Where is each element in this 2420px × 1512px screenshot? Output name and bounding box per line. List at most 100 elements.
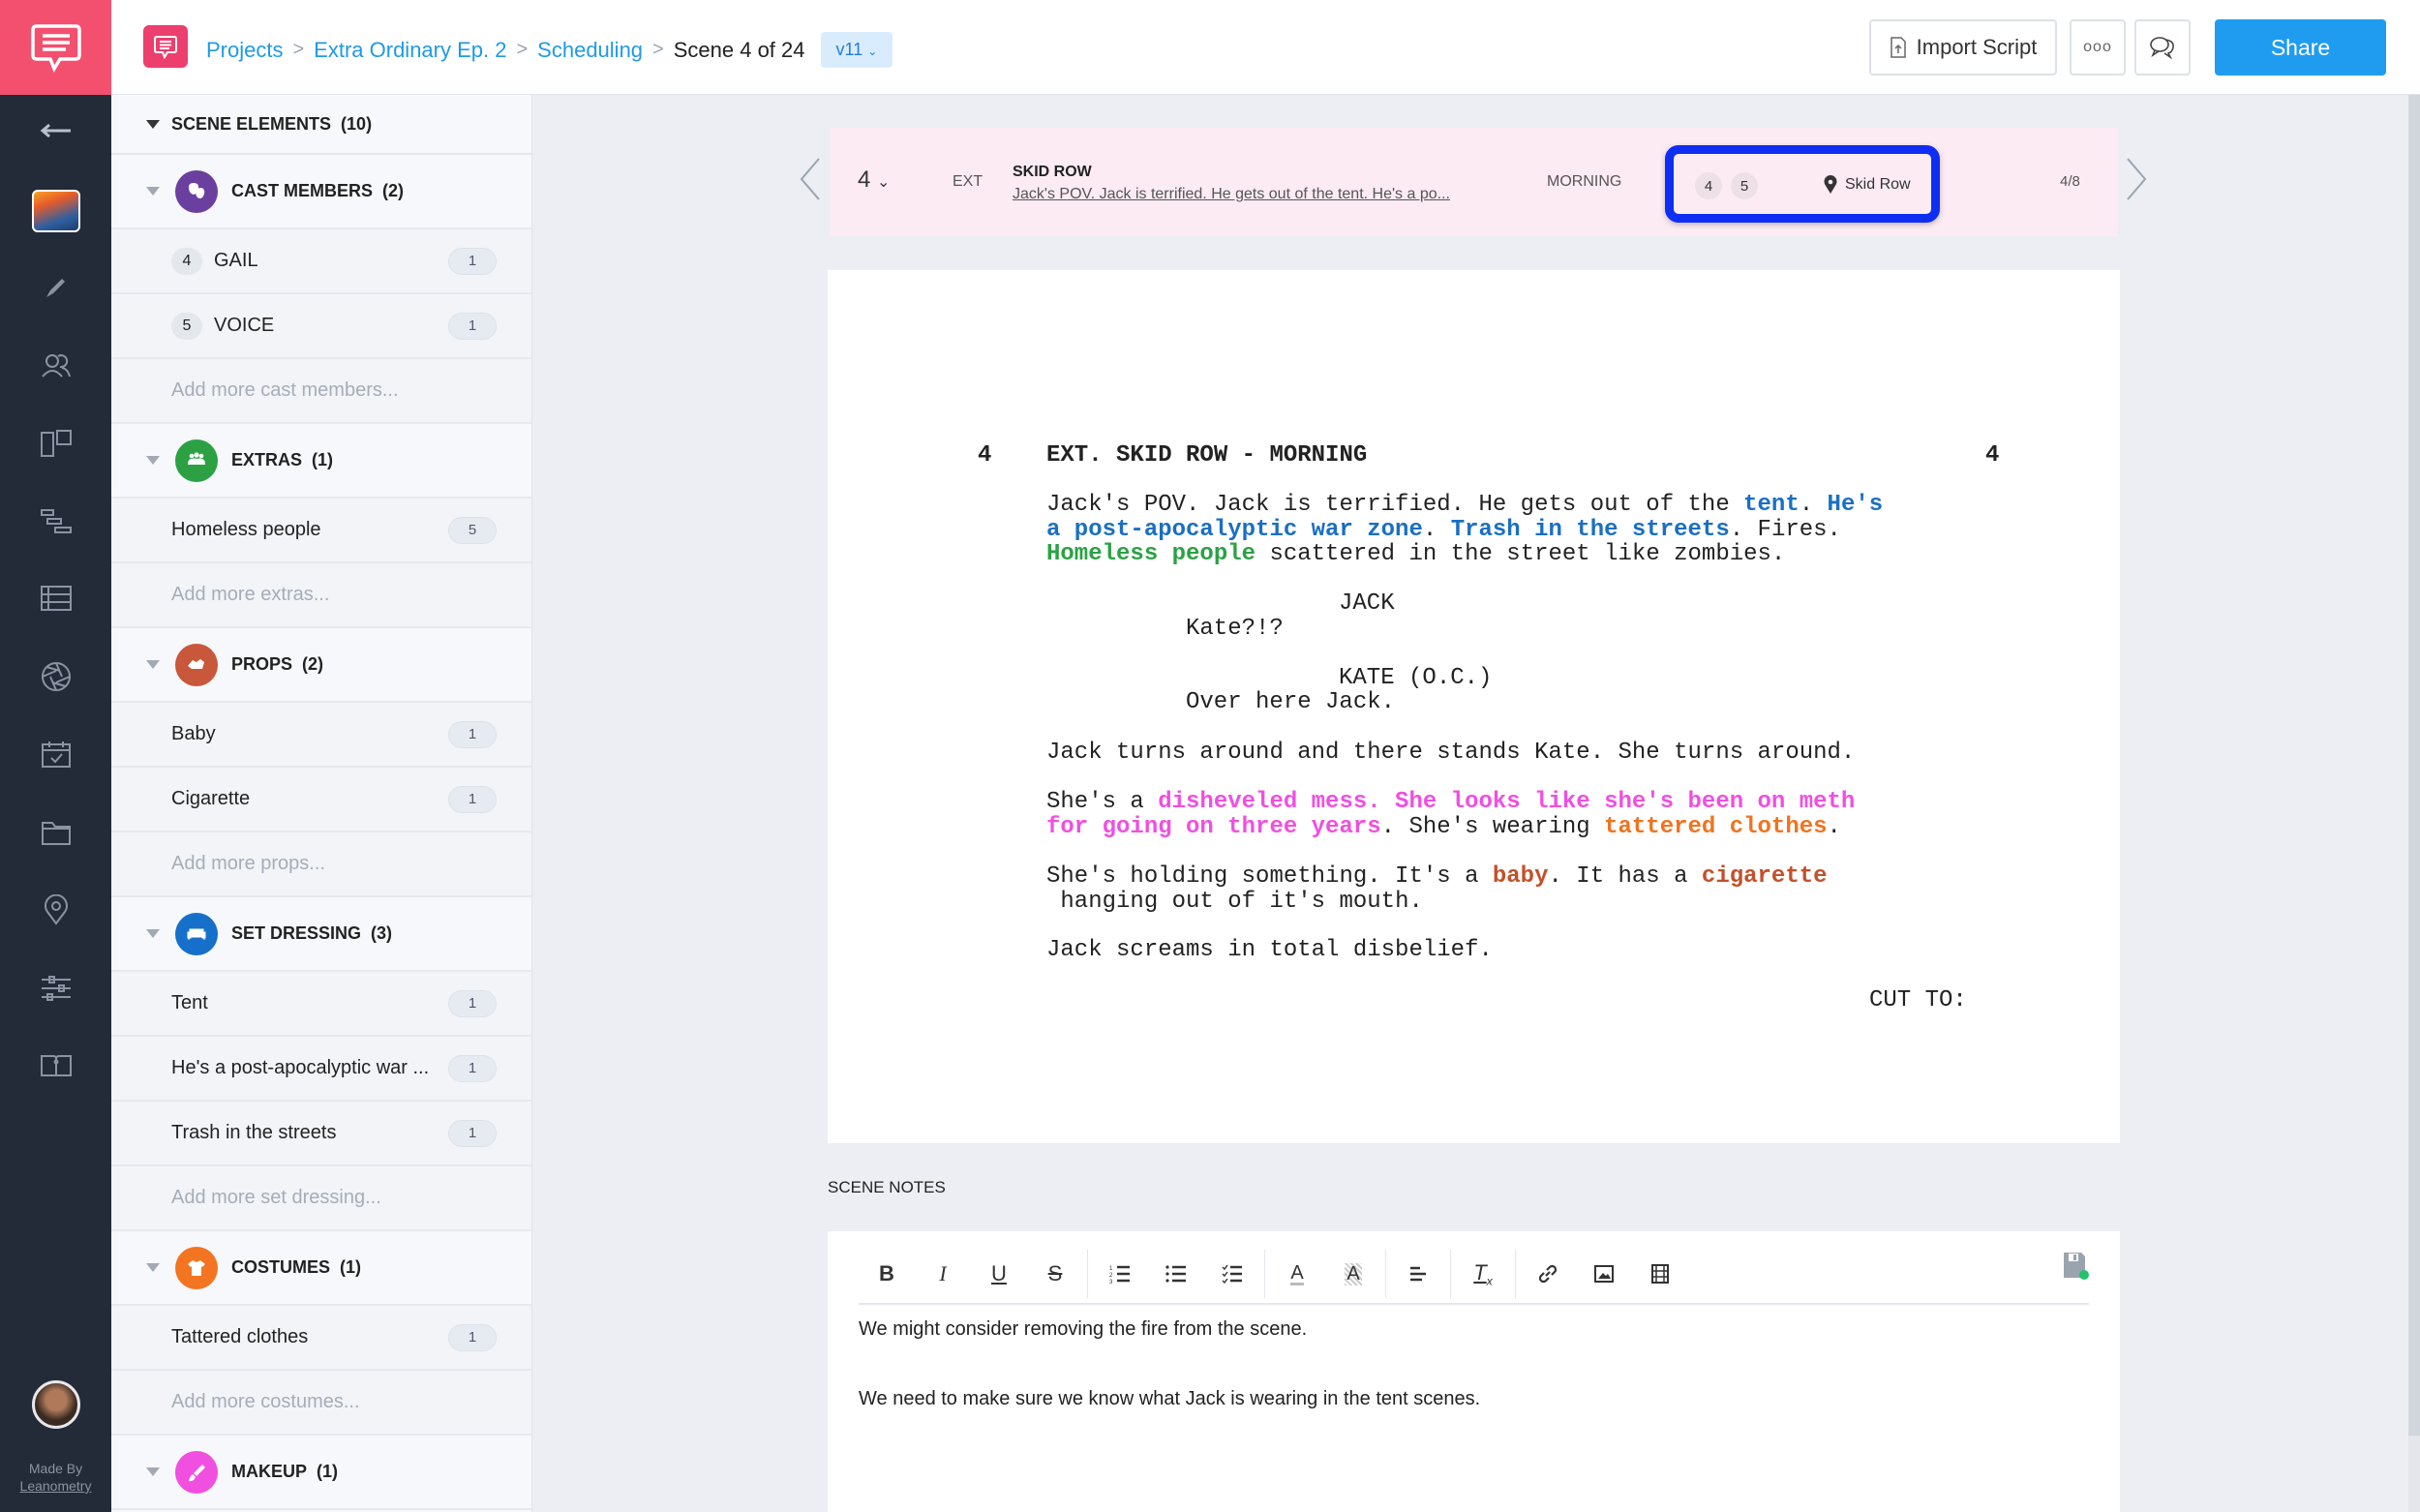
italic-button[interactable]: I	[915, 1255, 971, 1293]
rail-edit[interactable]	[0, 263, 111, 312]
caret-down-icon	[146, 456, 160, 465]
transition: CUT TO:	[1869, 987, 1967, 1013]
element-item[interactable]: Tattered clothes 1	[111, 1306, 531, 1371]
previous-scene-button[interactable]	[796, 155, 825, 203]
element-item[interactable]: 5 VOICE 1	[111, 294, 531, 359]
scene-notes-editor[interactable]: B I U S 123 A A Tx We might consider rem…	[828, 1231, 2120, 1512]
caret-down-icon	[146, 1467, 160, 1476]
video-button[interactable]	[1632, 1255, 1688, 1293]
strikethrough-button[interactable]: S	[1027, 1255, 1083, 1293]
category-costumes[interactable]: COSTUMES (1)	[111, 1231, 531, 1306]
page-scrollbar-thumb[interactable]	[2408, 95, 2420, 1436]
category-props[interactable]: PROPS (2)	[111, 628, 531, 703]
project-thumbnail[interactable]	[0, 187, 111, 235]
save-status-button[interactable]	[2062, 1251, 2089, 1286]
rail-schedule[interactable]	[0, 497, 111, 545]
brush-icon	[175, 1450, 218, 1494]
tagged-element-text[interactable]: Homeless people	[1046, 541, 1255, 567]
bullet-list-button[interactable]	[1148, 1255, 1204, 1293]
add-element-input[interactable]: Add more set dressing...	[111, 1166, 531, 1231]
more-options-button[interactable]: ooo	[2070, 19, 2126, 76]
rail-cast[interactable]	[0, 341, 111, 389]
project-icon[interactable]	[143, 25, 188, 68]
rail-help[interactable]	[0, 1042, 111, 1090]
version-label: v11	[835, 40, 863, 59]
rail-calendar[interactable]	[0, 730, 111, 778]
rail-stripboard[interactable]	[0, 574, 111, 622]
rail-shotlist[interactable]	[0, 652, 111, 701]
element-label: He's a post-apocalyptic war ...	[171, 1057, 430, 1078]
category-cast-members[interactable]: CAST MEMBERS (2)	[111, 155, 531, 229]
image-button[interactable]	[1576, 1255, 1632, 1293]
clear-format-button[interactable]: Tx	[1455, 1255, 1511, 1293]
tagged-element-text[interactable]: tattered clothes	[1604, 814, 1827, 840]
next-scene-button[interactable]	[2122, 155, 2151, 203]
category-count: (2)	[382, 181, 405, 200]
category-set-dressing[interactable]: SET DRESSING (3)	[111, 897, 531, 972]
link-button[interactable]	[1520, 1255, 1576, 1293]
folder-icon	[41, 822, 71, 845]
category-title: PROPS	[231, 654, 293, 674]
element-item[interactable]: Tent 1	[111, 972, 531, 1037]
user-avatar[interactable]	[32, 1380, 80, 1429]
save-disk-icon	[2064, 1253, 2089, 1280]
back-button[interactable]	[0, 106, 111, 155]
category-title: EXTRAS	[231, 450, 303, 469]
breadcrumb-projects[interactable]: Projects	[206, 38, 283, 63]
scene-number-dropdown[interactable]: 4 ⌄	[858, 166, 890, 194]
add-element-input[interactable]: Add more cast members...	[111, 359, 531, 424]
category-extras[interactable]: EXTRAS (1)	[111, 424, 531, 499]
bold-button[interactable]: B	[859, 1255, 915, 1293]
theater-masks-icon	[175, 169, 218, 213]
category-makeup[interactable]: MAKEUP (1)	[111, 1436, 531, 1510]
ordered-list-button[interactable]: 123	[1092, 1255, 1148, 1293]
element-item[interactable]: He's a post-apocalyptic war ... 1	[111, 1037, 531, 1102]
gantt-icon	[40, 509, 72, 533]
element-item[interactable]: Baby 1	[111, 703, 531, 768]
cast-id-badge: 4	[171, 247, 202, 275]
tagged-element-text[interactable]: tent	[1743, 492, 1800, 518]
rail-storyboard[interactable]	[0, 419, 111, 468]
stripboard-icon	[40, 586, 72, 611]
checklist-button[interactable]	[1204, 1255, 1260, 1293]
scene-description[interactable]: Jack's POV. Jack is terrified. He gets o…	[1013, 186, 1450, 203]
action-paragraph: Jack turns around and there stands Kate.…	[1046, 740, 1856, 766]
element-item[interactable]: Cigarette 1	[111, 768, 531, 832]
comments-button[interactable]	[2134, 19, 2191, 76]
svg-text:1: 1	[1109, 1266, 1113, 1272]
file-upload-icon	[1890, 37, 1906, 58]
location-label: Skid Row	[1824, 175, 1911, 195]
app-logo[interactable]	[0, 0, 111, 95]
import-script-button[interactable]: Import Script	[1869, 19, 2057, 76]
underline-button[interactable]: U	[971, 1255, 1027, 1293]
dialogue: Kate?!?	[1186, 616, 1284, 642]
made-by-link[interactable]: Leanometry	[0, 1477, 111, 1495]
scene-strip[interactable]: 4 ⌄ EXT SKID ROW Jack's POV. Jack is ter…	[831, 128, 2118, 236]
tagged-element-text[interactable]: cigarette	[1702, 863, 1828, 890]
add-element-input[interactable]: Add more costumes...	[111, 1371, 531, 1436]
highlight-button[interactable]: A	[1325, 1255, 1381, 1293]
character-name: JACK	[1339, 590, 1395, 617]
add-element-input[interactable]: Add more props...	[111, 832, 531, 897]
share-button[interactable]: Share	[2215, 19, 2386, 76]
element-item[interactable]: 4 GAIL 1	[111, 229, 531, 294]
tagged-element-text[interactable]: Trash in the streets	[1451, 517, 1730, 543]
element-item[interactable]: Trash in the streets 1	[111, 1102, 531, 1166]
rail-files[interactable]	[0, 808, 111, 857]
breadcrumb-scheduling[interactable]: Scheduling	[537, 38, 643, 63]
element-scene-count: 5	[448, 516, 497, 544]
version-dropdown[interactable]: v11 ⌄	[820, 32, 893, 68]
rail-settings[interactable]	[0, 964, 111, 1013]
rail-locations[interactable]	[0, 886, 111, 934]
element-item[interactable]: Homeless people 5	[111, 499, 531, 563]
text-color-button[interactable]: A	[1269, 1255, 1325, 1293]
tagged-element-text[interactable]: baby	[1493, 863, 1549, 890]
add-element-input[interactable]: Add more extras...	[111, 563, 531, 628]
element-label: Trash in the streets	[171, 1122, 337, 1143]
breadcrumb-project[interactable]: Extra Ordinary Ep. 2	[314, 38, 506, 63]
strikethrough-icon: S	[1047, 1261, 1063, 1285]
made-by-label: Made By	[28, 1461, 83, 1476]
scene-elements-header[interactable]: SCENE ELEMENTS (10)	[111, 95, 531, 155]
action-paragraph: Jack's POV. Jack is terrified. He gets o…	[1046, 493, 1976, 567]
align-button[interactable]	[1390, 1255, 1446, 1293]
